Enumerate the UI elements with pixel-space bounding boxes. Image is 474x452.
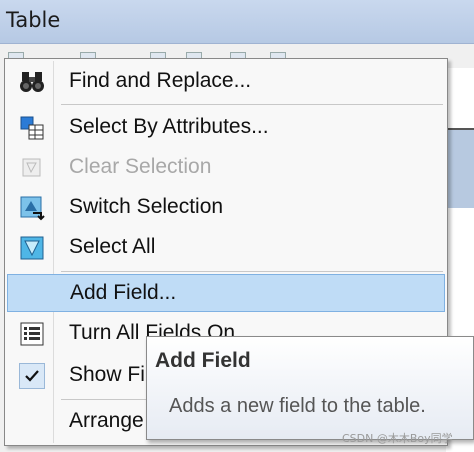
watermark: CSDN @木木Boy同学 <box>342 432 453 445</box>
select-all-icon <box>19 235 45 261</box>
window-title: Table <box>6 8 61 32</box>
checkmark-icon <box>19 363 45 389</box>
tooltip-title: Add Field <box>155 349 251 372</box>
menu-item-label: Add Field... <box>70 281 177 304</box>
switch-selection-icon <box>19 195 45 221</box>
menu-item-label: Switch Selection <box>69 195 224 218</box>
add-field-tooltip: Add Field Adds a new field to the table. <box>146 336 474 440</box>
menu-item-label: Show Fi <box>69 363 145 386</box>
menu-item-label: Clear Selection <box>69 155 212 178</box>
menu-item-switch-selection[interactable]: Switch Selection <box>7 189 445 227</box>
window-titlebar: Table <box>0 0 474 44</box>
menu-item-add-field[interactable]: Add Field... <box>7 274 445 312</box>
tooltip-body: Adds a new field to the table. <box>169 395 426 417</box>
menu-separator <box>61 271 443 272</box>
menu-item-label: Arrange <box>69 409 144 432</box>
menu-separator <box>61 104 443 105</box>
menu-item-label: Find and Replace... <box>69 69 252 92</box>
menu-item-select-all[interactable]: Select All <box>7 229 445 267</box>
menu-item-find-replace[interactable]: Find and Replace... <box>7 63 445 101</box>
menu-item-label: Select By Attributes... <box>69 115 269 138</box>
fields-list-icon <box>19 321 45 347</box>
menu-item-clear-selection[interactable]: Clear Selection <box>7 149 445 187</box>
binoculars-icon <box>19 69 45 95</box>
select-by-attributes-icon <box>19 115 45 141</box>
clear-selection-icon <box>19 155 45 181</box>
menu-item-label: Select All <box>69 235 156 258</box>
table-header-band <box>446 128 474 208</box>
menu-item-select-by-attributes[interactable]: Select By Attributes... <box>7 109 445 147</box>
